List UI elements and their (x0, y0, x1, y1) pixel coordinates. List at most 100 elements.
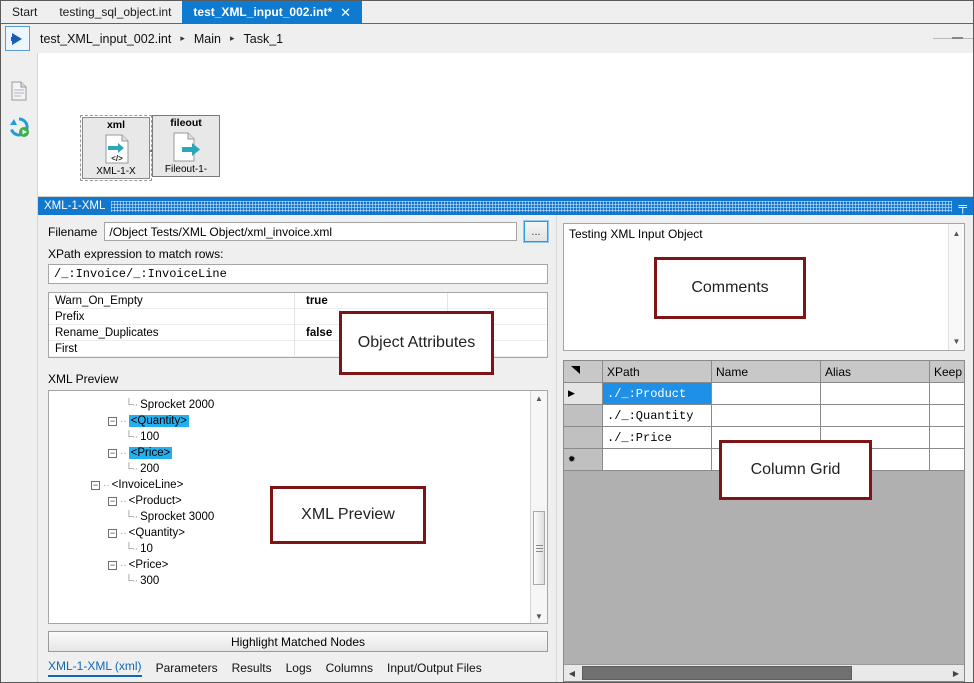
collapse-icon[interactable]: − (108, 497, 117, 506)
chevron-right-icon: ▸ (230, 33, 235, 44)
attribute-extra (459, 293, 547, 309)
flow-canvas[interactable]: xml </> XML-1-X (38, 53, 973, 197)
panel-header[interactable]: XML-1-XML ╤ (38, 197, 973, 215)
column-grid[interactable]: XPathNameAliasKeep Order▶./_:Product./_:… (563, 360, 965, 682)
grid-horizontal-scrollbar[interactable]: ◀ ▶ (564, 664, 964, 681)
tree-node[interactable]: −··<Price> (49, 445, 530, 461)
tree-node[interactable]: └··200 (49, 461, 530, 477)
tab-label: Start (12, 5, 37, 19)
cell-alias[interactable] (821, 405, 930, 427)
attribute-name: First (49, 341, 300, 357)
row-new-indicator[interactable]: ✹ (564, 449, 603, 471)
tree-node[interactable]: └··Sprocket 2000 (49, 397, 530, 413)
grid-column-header[interactable]: Name (712, 361, 821, 383)
scroll-up-icon[interactable]: ▲ (953, 226, 961, 240)
corner-triangle-icon (568, 364, 582, 376)
cell-alias[interactable] (821, 383, 930, 405)
flow-node-fileout[interactable]: fileout Fileout-1- (152, 115, 220, 177)
tab-test-xml-input-002[interactable]: test_XML_input_002.int* ✕ (182, 1, 362, 23)
attribute-name: Warn_On_Empty (49, 293, 300, 309)
flow-node-xml[interactable]: xml </> XML-1-X (80, 115, 152, 181)
breadcrumb-item-main[interactable]: Main (194, 32, 221, 46)
collapse-icon[interactable]: − (108, 529, 117, 538)
grid-header-row: XPathNameAliasKeep Order (564, 361, 965, 383)
breadcrumb-bar: test_XML_input_002.int ▸ Main ▸ Task_1 (1, 24, 973, 53)
tree-node-label: <Quantity> (129, 527, 185, 539)
tree-line: └·· (125, 399, 137, 411)
collapse-icon[interactable]: − (108, 561, 117, 570)
tree-node-label: <Price> (129, 559, 169, 571)
node-label: Fileout-1- (165, 164, 207, 175)
scroll-left-icon[interactable]: ◀ (564, 669, 580, 678)
scrollbar-thumb[interactable] (582, 666, 852, 680)
row-current-indicator[interactable]: ▶ (564, 383, 603, 405)
tree-line: ·· (103, 480, 110, 491)
breadcrumb: test_XML_input_002.int ▸ Main ▸ Task_1 (40, 32, 283, 46)
tab-label: test_XML_input_002.int* (193, 5, 332, 19)
callout-comments: Comments (654, 257, 806, 319)
tab-input-output-files[interactable]: Input/Output Files (387, 661, 482, 675)
cell-xpath[interactable]: ./_:Quantity (603, 405, 712, 427)
cell-keep-order[interactable] (930, 449, 966, 471)
grid-column-header[interactable]: Alias (821, 361, 930, 383)
tree-line: ·· (120, 560, 127, 571)
collapse-icon[interactable]: − (91, 481, 100, 490)
scroll-down-icon[interactable]: ▼ (953, 334, 961, 348)
scroll-up-icon[interactable]: ▲ (535, 391, 543, 405)
breadcrumb-item-task[interactable]: Task_1 (244, 32, 284, 46)
scrollbar-thumb[interactable] (533, 511, 545, 585)
document-icon[interactable] (8, 79, 30, 103)
xpath-input[interactable]: /_:Invoice/_:InvoiceLine (48, 264, 548, 284)
tree-line: ·· (120, 528, 127, 539)
minimize-button[interactable] (952, 37, 963, 39)
right-column: xml </> XML-1-X (38, 53, 973, 682)
tab-columns[interactable]: Columns (326, 661, 373, 675)
table-row[interactable]: Warn_On_Empty true (49, 293, 547, 309)
cell-xpath[interactable]: ./_:Product (603, 383, 712, 405)
cell-name[interactable] (712, 405, 821, 427)
breadcrumb-item-file[interactable]: test_XML_input_002.int (40, 32, 171, 46)
cell-keep-order[interactable] (930, 427, 966, 449)
pin-icon[interactable]: ╤ (958, 200, 967, 212)
tab-testing-sql-object[interactable]: testing_sql_object.int (48, 1, 182, 23)
callout-object-attributes: Object Attributes (339, 311, 494, 375)
tab-parameters[interactable]: Parameters (156, 661, 218, 675)
row-header[interactable] (564, 405, 603, 427)
tree-node[interactable]: └··300 (49, 573, 530, 589)
column-divider (294, 293, 295, 357)
tab-logs[interactable]: Logs (286, 661, 312, 675)
close-icon[interactable]: ✕ (340, 6, 351, 19)
collapse-icon[interactable]: − (108, 449, 117, 458)
grid-column-header[interactable]: XPath (603, 361, 712, 383)
table-row[interactable]: ▶./_:Product (564, 383, 965, 405)
tree-node[interactable]: −··<Price> (49, 557, 530, 573)
cell-keep-order[interactable] (930, 405, 966, 427)
table-row[interactable]: ./_:Quantity (564, 405, 965, 427)
scroll-right-icon[interactable]: ▶ (948, 669, 964, 678)
collapse-icon[interactable]: − (108, 417, 117, 426)
tree-node[interactable]: −··<Quantity> (49, 413, 530, 429)
cell-keep-order[interactable] (930, 383, 966, 405)
history-refresh-icon[interactable] (8, 115, 30, 139)
bottom-tab-bar: XML-1-XML (xml) Parameters Results Logs … (38, 652, 556, 682)
tab-results[interactable]: Results (232, 661, 272, 675)
tree-node[interactable]: └··100 (49, 429, 530, 445)
highlight-matched-nodes-button[interactable]: Highlight Matched Nodes (48, 631, 548, 652)
comments-scrollbar[interactable]: ▲ ▼ (948, 224, 964, 350)
xpath-label: XPath expression to match rows: (38, 242, 556, 264)
cell-name[interactable] (712, 383, 821, 405)
cell-xpath[interactable] (603, 449, 712, 471)
cell-xpath[interactable]: ./_:Price (603, 427, 712, 449)
row-header[interactable] (564, 427, 603, 449)
callout-xml-preview: XML Preview (270, 486, 426, 544)
filename-input[interactable]: /Object Tests/XML Object/xml_invoice.xml (104, 222, 517, 241)
run-icon[interactable] (5, 26, 30, 51)
browse-button[interactable]: ... (524, 221, 548, 242)
scroll-down-icon[interactable]: ▼ (535, 609, 543, 623)
node-label: XML-1-X (96, 166, 135, 177)
grid-column-header[interactable]: Keep Order (930, 361, 966, 383)
xml-preview-scrollbar[interactable]: ▲ ▼ (530, 391, 547, 623)
grid-select-all-corner[interactable] (564, 361, 603, 383)
tab-start[interactable]: Start (1, 1, 48, 23)
tab-xml-1-xml[interactable]: XML-1-XML (xml) (48, 659, 142, 677)
